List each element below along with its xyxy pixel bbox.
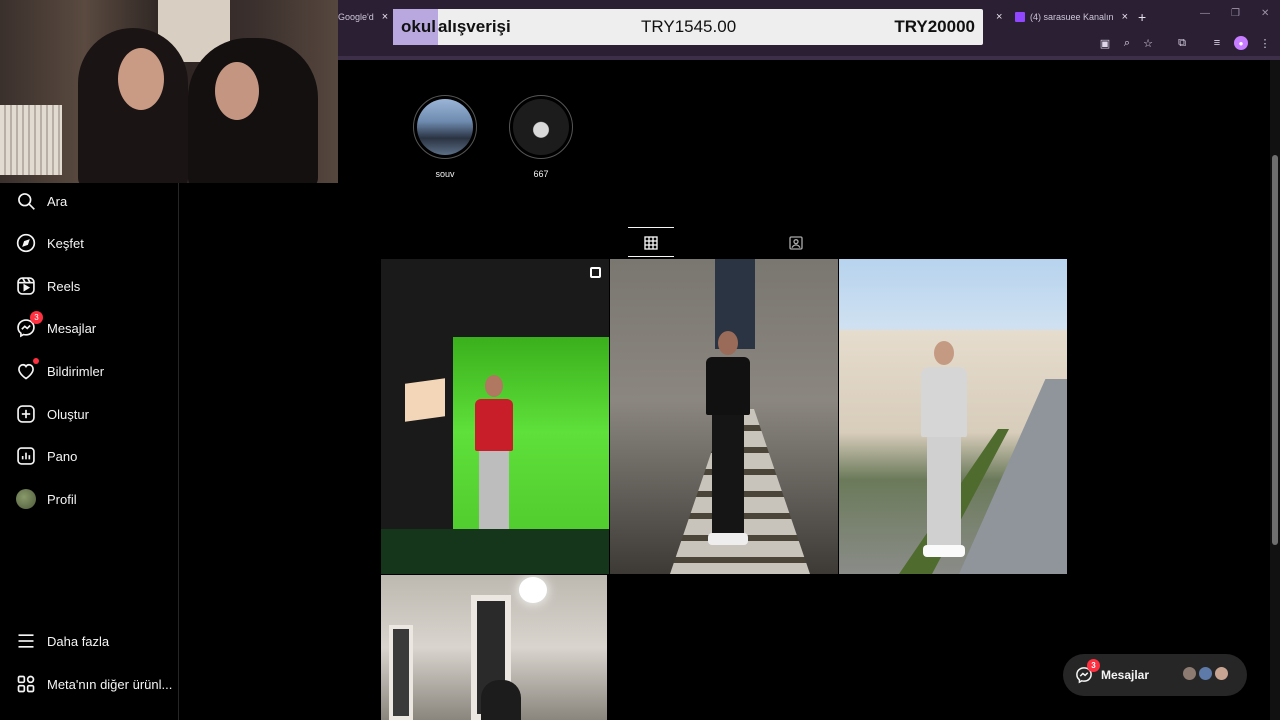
sidebar-item-label: Keşfet <box>47 235 84 251</box>
extensions-icon[interactable]: ⧉ <box>1175 36 1189 50</box>
hamburger-icon <box>16 631 36 651</box>
post-tile[interactable] <box>839 259 1067 574</box>
sidebar-item-label: Oluştur <box>47 406 89 422</box>
close-tab-button[interactable]: × <box>988 6 1002 28</box>
sidebar-item-reels[interactable]: Reels <box>16 274 80 298</box>
highlight-ring <box>413 95 477 159</box>
streamer-left-face <box>118 48 164 110</box>
plus-square-icon <box>16 404 36 424</box>
compass-icon <box>16 233 36 253</box>
sidebar-item-label: Profil <box>47 491 77 507</box>
tagged-user-icon <box>789 236 803 250</box>
close-icon[interactable]: × <box>1122 11 1128 23</box>
post-tile[interactable] <box>381 575 607 720</box>
new-tab-button[interactable]: + <box>1138 6 1146 28</box>
twitch-icon <box>1015 12 1025 22</box>
dashboard-icon <box>16 446 36 466</box>
sidebar-item-messages[interactable]: 3 Mesajlar <box>16 311 97 340</box>
grid-icon <box>644 235 658 250</box>
sidebar-item-notifications[interactable]: Bildirimler <box>16 358 105 383</box>
highlight-thumbnail <box>513 99 569 155</box>
sidebar-item-label: Daha fazla <box>47 633 110 649</box>
post-tile[interactable] <box>610 259 838 574</box>
divider <box>338 56 1280 60</box>
sidebar-item-label: Bildirimler <box>47 363 105 379</box>
sidebar-item-search[interactable]: Ara <box>16 189 67 213</box>
person-figure <box>921 341 967 573</box>
notification-badge: 3 <box>30 311 43 324</box>
multiple-photos-icon <box>590 267 601 278</box>
donation-highlight: okul <box>393 9 438 45</box>
highlight-label: 667 <box>533 169 549 179</box>
close-window-icon[interactable]: ✕ <box>1261 8 1269 19</box>
post-tile[interactable] <box>381 259 609 574</box>
bookmark-star-icon[interactable]: ☆ <box>1141 36 1155 50</box>
radiator <box>0 105 62 175</box>
messenger-icon: 3 <box>1075 659 1100 684</box>
person-figure <box>706 331 750 551</box>
donation-raised: TRY1545.00 <box>641 17 737 36</box>
highlight-thumbnail <box>417 99 473 155</box>
heart-icon <box>16 358 39 381</box>
highlight-ring <box>509 95 573 159</box>
sidebar-item-label: Reels <box>47 278 81 294</box>
softbox-light <box>405 378 445 422</box>
sidebar-item-label: Pano <box>47 448 78 464</box>
donation-goal: TRY20000 <box>894 17 975 36</box>
reels-icon <box>16 276 36 296</box>
notification-dot <box>33 358 39 364</box>
sidebar-item-label: Mesajlar <box>47 320 97 336</box>
tab-tagged[interactable] <box>773 228 819 258</box>
tab-title: Google'd <box>338 12 374 22</box>
sidebar-item-profile[interactable]: Profil <box>16 487 77 511</box>
avatar <box>1197 665 1214 682</box>
menu-kebab-icon[interactable]: ⋮ <box>1258 36 1272 50</box>
zoom-icon[interactable]: ⌕ <box>1120 36 1134 50</box>
close-icon[interactable]: × <box>382 11 388 23</box>
messages-label: Mesajlar <box>1101 668 1150 682</box>
avatar <box>1181 665 1198 682</box>
wall-lamp <box>519 577 547 603</box>
profile-tabs <box>381 227 1067 258</box>
door-frame <box>389 625 413 720</box>
screen: Google'd × × (4) sarasuee Kanalın × + — … <box>0 0 1280 720</box>
donation-goal-overlay: okul alışverişi TRY1545.00 TRY20000 <box>393 9 983 45</box>
messages-button[interactable]: 3 Mesajlar <box>1063 654 1247 696</box>
sidebar-item-dashboard[interactable]: Pano <box>16 444 77 468</box>
webcam-overlay <box>0 0 338 183</box>
avatar <box>1213 665 1230 682</box>
sidebar: Ara Keşfet Reels 3 Mesajlar Bildirimler … <box>0 183 179 720</box>
sidebar-item-explore[interactable]: Keşfet <box>16 231 84 255</box>
sidebar-item-label: Meta'nın diğer ürünl... <box>47 676 173 692</box>
tab-title: (4) sarasuee Kanalın <box>1030 12 1114 22</box>
highlight-label: souv <box>435 169 455 179</box>
browser-tab[interactable]: Google'd × <box>338 6 388 28</box>
minimize-icon[interactable]: — <box>1200 8 1210 19</box>
restore-icon[interactable]: ❐ <box>1231 8 1240 19</box>
person-figure <box>481 680 521 720</box>
grid-apps-icon <box>16 674 36 694</box>
highlight-souv[interactable]: souv <box>413 95 477 179</box>
sidebar-item-label: Ara <box>47 193 68 209</box>
browser-tab[interactable]: (4) sarasuee Kanalın × <box>1015 6 1155 28</box>
sidebar-item-meta[interactable]: Meta'nın diğer ürünl... <box>16 672 172 696</box>
tab-posts[interactable] <box>628 227 674 257</box>
donation-title: alışverişi <box>437 17 511 36</box>
search-icon <box>16 191 36 211</box>
close-icon[interactable]: × <box>996 11 1002 23</box>
notification-badge: 3 <box>1087 659 1100 672</box>
streamer-right-face <box>215 62 259 120</box>
cast-icon[interactable]: ▣ <box>1098 36 1112 50</box>
highlight-667[interactable]: 667 <box>509 95 573 179</box>
floor <box>381 529 609 574</box>
avatar <box>16 489 36 509</box>
scrollbar-thumb[interactable] <box>1272 155 1278 545</box>
sidebar-item-create[interactable]: Oluştur <box>16 402 89 426</box>
profile-avatar-icon[interactable]: ● <box>1234 36 1248 50</box>
media-control-icon[interactable]: ≡ <box>1210 36 1224 50</box>
messenger-icon: 3 <box>16 311 43 338</box>
sidebar-item-more[interactable]: Daha fazla <box>16 629 109 653</box>
